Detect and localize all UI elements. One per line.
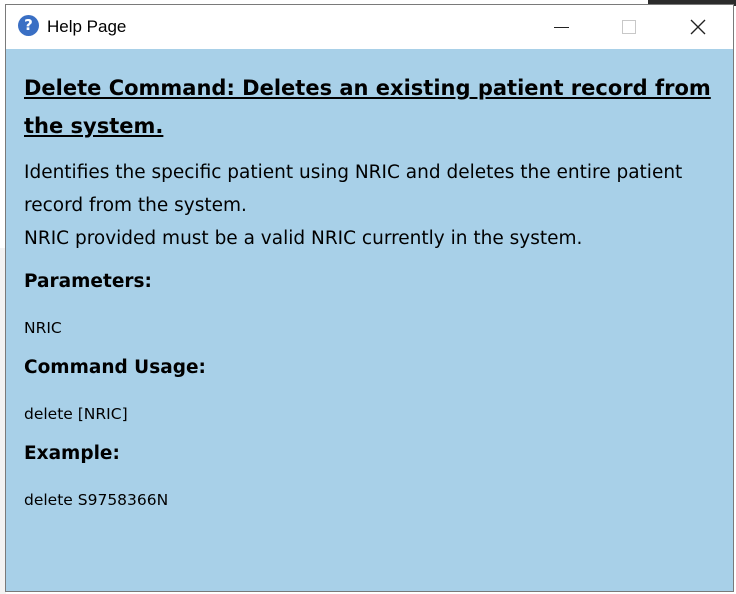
close-button[interactable] (667, 5, 729, 49)
description-line-1: Identifies the specific patient using NR… (24, 162, 683, 216)
close-icon (690, 19, 706, 35)
minimize-button[interactable] (530, 5, 592, 49)
command-description: Identifies the specific patient using NR… (24, 156, 724, 255)
title-bar[interactable]: ? Help Page (6, 5, 733, 49)
window-title: Help Page (47, 17, 127, 36)
description-line-2: NRIC provided must be a valid NRIC curre… (24, 228, 583, 249)
command-heading: Delete Command: Deletes an existing pati… (24, 76, 711, 138)
parameters-value: NRIC (24, 319, 62, 337)
question-icon: ? (18, 15, 39, 36)
example-value: delete S9758366N (24, 491, 169, 509)
parameters-title: Parameters: (24, 271, 152, 292)
help-window: ? Help Page Delete Command: Deletes an e… (5, 4, 734, 592)
maximize-button[interactable] (598, 5, 660, 49)
usage-title: Command Usage: (24, 357, 206, 378)
maximize-icon (622, 20, 636, 34)
example-title: Example: (24, 443, 120, 464)
usage-value: delete [NRIC] (24, 405, 128, 423)
minimize-icon (553, 26, 569, 28)
